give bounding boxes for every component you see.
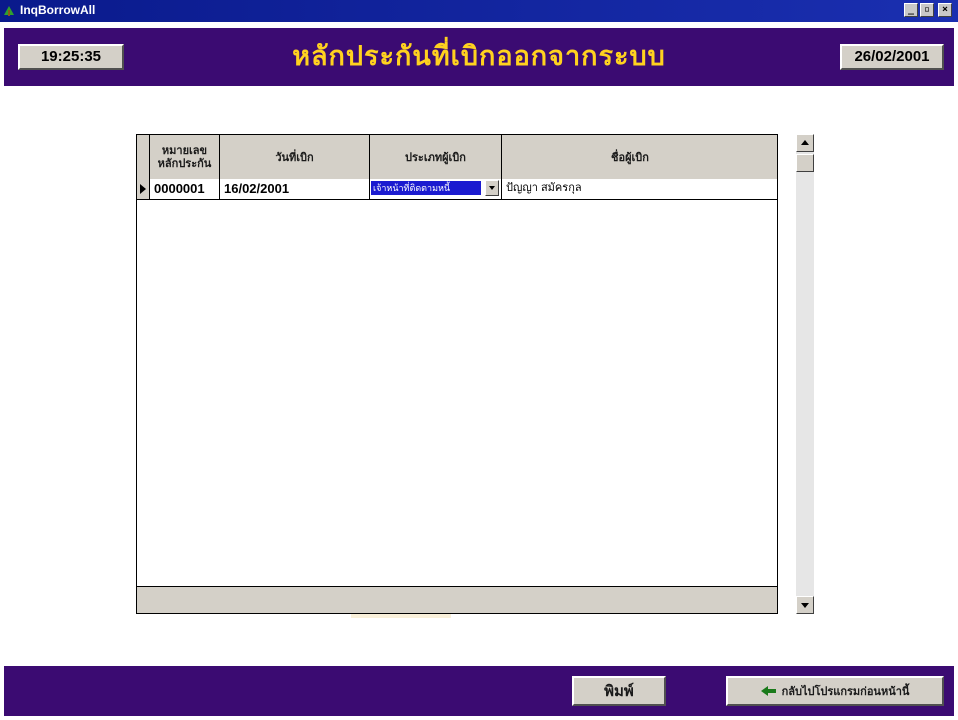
row-selector-header <box>137 135 150 179</box>
scroll-up-icon[interactable] <box>796 134 814 152</box>
page-title: หลักประกันที่เบิกออกจากระบบ <box>292 41 666 72</box>
close-icon[interactable]: × <box>938 3 952 17</box>
chevron-down-icon[interactable] <box>485 180 499 196</box>
column-header-withdrawer-type[interactable]: ประเภทผู้เบิก <box>370 135 502 179</box>
scroll-down-icon[interactable] <box>796 596 814 614</box>
column-header-collateral-no[interactable]: หมายเลข หลักประกัน <box>150 135 220 179</box>
clock-display: 19:25:35 <box>18 44 124 70</box>
grid-header: หมายเลข หลักประกัน วันที่เบิก ประเภทผู้เ… <box>137 135 777 180</box>
back-arrow-icon <box>760 686 777 696</box>
window-title: InqBorrowAll <box>20 3 96 17</box>
column-header-withdrawer-name[interactable]: ชื่อผู้เบิก <box>502 135 758 179</box>
withdrawer-type-combo[interactable]: เจ้าหน้าที่ติดตามหนี้ <box>370 179 502 199</box>
cell-withdrawer-name[interactable]: ปัญญา สมัครกุล <box>502 179 758 199</box>
vertical-scrollbar[interactable] <box>796 134 814 614</box>
back-button-label: กลับไปโปรแกรมก่อนหน้านี้ <box>781 685 910 698</box>
footer-band: พิมพ์ กลับไปโปรแกรมก่อนหน้านี้ <box>4 666 954 716</box>
minimize-icon[interactable]: _ <box>904 3 918 17</box>
date-display: 26/02/2001 <box>840 44 944 70</box>
header-band: 19:25:35 หลักประกันที่เบิกออกจากระบบ 26/… <box>4 28 954 86</box>
current-row-pointer-icon <box>140 184 146 194</box>
window-titlebar: InqBorrowAll _ ▫ × <box>0 0 958 22</box>
row-selector[interactable] <box>137 179 150 199</box>
print-button[interactable]: พิมพ์ <box>572 676 666 706</box>
grid-horizontal-bar[interactable] <box>137 586 777 613</box>
cell-collateral-no[interactable]: 0000001 <box>150 179 220 199</box>
column-header-withdraw-date[interactable]: วันที่เบิก <box>220 135 370 179</box>
scroll-thumb[interactable] <box>796 154 814 172</box>
borrow-grid[interactable]: หมายเลข หลักประกัน วันที่เบิก ประเภทผู้เ… <box>136 134 778 614</box>
maximize-icon[interactable]: ▫ <box>920 3 934 17</box>
app-icon <box>4 6 14 16</box>
withdrawer-type-value[interactable]: เจ้าหน้าที่ติดตามหนี้ <box>371 181 481 195</box>
table-row[interactable]: 0000001 16/02/2001 เจ้าหน้าที่ติดตามหนี้… <box>137 179 777 200</box>
back-button[interactable]: กลับไปโปรแกรมก่อนหน้านี้ <box>726 676 944 706</box>
cell-withdraw-date[interactable]: 16/02/2001 <box>220 179 370 199</box>
